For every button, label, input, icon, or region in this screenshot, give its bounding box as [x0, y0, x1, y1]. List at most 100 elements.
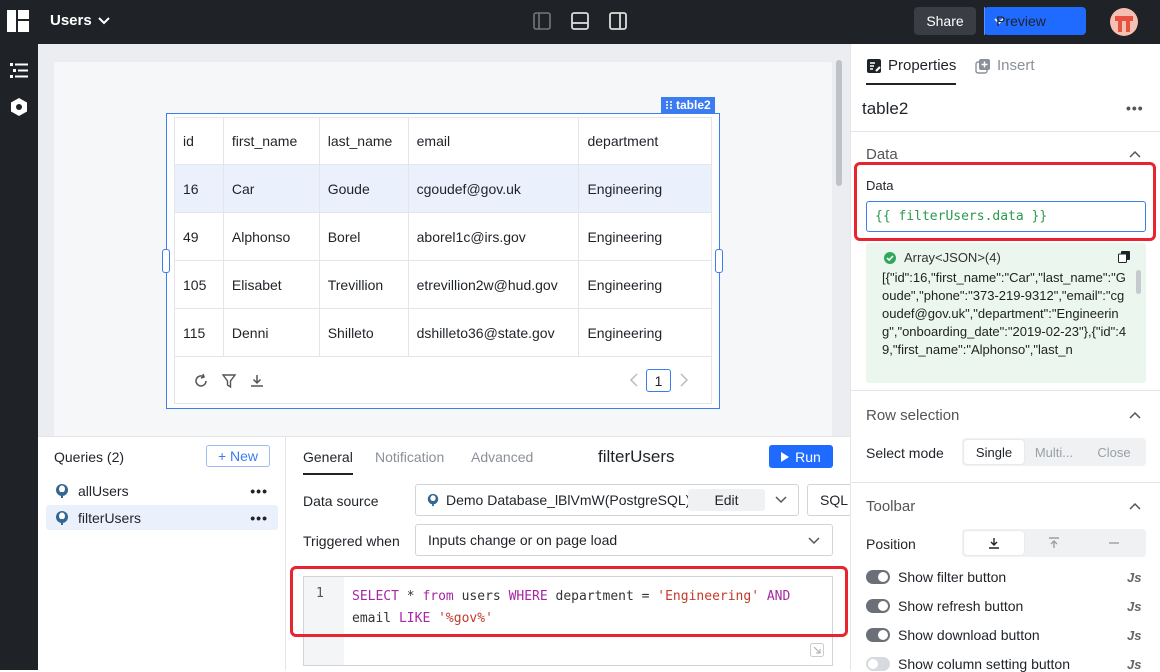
query-name[interactable]: filterUsers — [598, 447, 675, 467]
tab-general[interactable]: General — [303, 449, 353, 465]
tab-advanced[interactable]: Advanced — [471, 449, 533, 465]
table-cell: Engineering — [578, 260, 712, 309]
resize-handle-left[interactable] — [162, 249, 170, 273]
toolbar-section-title[interactable]: Toolbar — [866, 498, 915, 515]
toggle-label: Show filter button — [898, 569, 1007, 585]
table-row[interactable]: 105 Elisabet Trevillion etrevillion2w@hu… — [174, 260, 712, 309]
layout-bottom-panel-icon[interactable] — [569, 10, 591, 32]
select-mode-close[interactable]: Close — [1084, 440, 1144, 464]
resize-handle-right[interactable] — [715, 249, 723, 273]
edit-data-source-button[interactable]: Edit — [688, 489, 765, 511]
position-top-button[interactable] — [1024, 531, 1084, 555]
users-table[interactable]: id first_name last_name email department… — [174, 117, 712, 357]
app-title-dropdown[interactable]: Users — [50, 12, 110, 29]
drag-handle-icon — [666, 101, 672, 109]
table-cell: Engineering — [578, 212, 712, 261]
query-item-filterusers[interactable]: filterUsers ••• — [46, 505, 278, 530]
chevron-down-icon[interactable] — [775, 496, 787, 504]
canvas-scrollbar[interactable] — [836, 60, 842, 186]
preview-scrollbar[interactable] — [1136, 270, 1141, 294]
copy-icon[interactable] — [1118, 251, 1130, 263]
table-cell: Engineering — [578, 164, 712, 213]
component-name[interactable]: table2 — [862, 99, 908, 119]
show-refresh-toggle[interactable] — [866, 599, 890, 613]
more-options-icon[interactable]: ••• — [250, 483, 268, 499]
data-section-title[interactable]: Data — [866, 146, 898, 163]
postgresql-icon — [427, 493, 439, 507]
position-bottom-button[interactable] — [964, 531, 1024, 555]
next-page-icon[interactable] — [679, 373, 689, 387]
show-column-setting-toggle[interactable] — [866, 657, 890, 671]
page-number[interactable]: 1 — [646, 369, 671, 392]
tab-properties[interactable]: Properties — [866, 57, 956, 74]
js-mode-button[interactable]: Js — [1127, 628, 1141, 643]
plugin-hexagon-icon[interactable] — [8, 96, 30, 118]
preview-json: [{"id":16,"first_name":"Car","last_name"… — [882, 270, 1127, 357]
preview-type: Array<JSON>(4) — [904, 250, 1001, 265]
new-query-button[interactable]: + New — [206, 445, 270, 467]
position-label: Position — [866, 536, 916, 552]
triggered-when-select[interactable]: Inputs change or on page load — [415, 524, 833, 556]
postgresql-icon — [56, 510, 68, 525]
select-mode-single[interactable]: Single — [964, 440, 1024, 464]
column-header[interactable]: id — [174, 117, 224, 165]
column-header[interactable]: first_name — [222, 117, 320, 165]
top-bar: Users Share Preview — [0, 0, 1160, 44]
share-button[interactable]: Share — [914, 7, 976, 35]
tab-notification[interactable]: Notification — [375, 449, 444, 465]
position-hidden-button[interactable] — [1084, 531, 1144, 555]
table-row[interactable]: 49 Alphonso Borel aborel1c@irs.gov Engin… — [174, 212, 712, 261]
query-item-allusers[interactable]: allUsers ••• — [46, 478, 278, 503]
select-mode-multi[interactable]: Multi... — [1024, 440, 1084, 464]
table-widget-tag[interactable]: table2 — [661, 97, 715, 113]
data-source-label: Data source — [303, 493, 379, 509]
postgresql-icon — [56, 483, 68, 498]
table-cell: cgoudef@gov.uk — [407, 164, 580, 213]
run-button[interactable]: Run — [769, 445, 833, 468]
column-header[interactable]: last_name — [318, 117, 409, 165]
more-options-icon[interactable]: ••• — [1126, 100, 1144, 116]
table-row[interactable]: 16 Car Goude cgoudef@gov.uk Engineering — [174, 164, 712, 213]
show-filter-toggle[interactable] — [866, 570, 890, 584]
expand-editor-icon[interactable] — [810, 643, 824, 657]
avatar[interactable] — [1110, 8, 1138, 36]
chevron-up-icon[interactable] — [1129, 502, 1141, 510]
chevron-up-icon[interactable] — [1129, 150, 1141, 158]
table-cell: Trevillion — [318, 260, 409, 309]
preview-button[interactable]: Preview — [984, 13, 1058, 29]
app-logo-icon[interactable] — [6, 9, 30, 33]
app-title: Users — [50, 12, 92, 29]
chevron-down-icon — [97, 16, 110, 24]
js-mode-button[interactable]: Js — [1127, 599, 1141, 614]
table-cell: Engineering — [578, 308, 712, 357]
tab-insert-label: Insert — [997, 57, 1035, 74]
prev-page-icon[interactable] — [629, 373, 639, 387]
toggle-label: Show refresh button — [898, 598, 1024, 614]
js-mode-button[interactable]: Js — [1127, 570, 1141, 585]
highlight-data-input — [854, 162, 1156, 241]
divider — [850, 131, 1160, 132]
properties-icon — [867, 58, 881, 73]
table-cell: Shilleto — [318, 308, 409, 357]
column-header[interactable]: email — [407, 117, 580, 165]
table-cell: Elisabet — [222, 260, 320, 309]
component-tree-icon[interactable] — [8, 59, 30, 81]
highlight-sql — [290, 566, 848, 637]
show-download-toggle[interactable] — [866, 628, 890, 642]
left-rail — [0, 44, 38, 670]
data-source-value: Demo Database_lBlVmW(PostgreSQL) — [446, 492, 691, 508]
layout-left-panel-icon[interactable] — [531, 10, 553, 32]
tab-insert[interactable]: Insert — [975, 57, 1035, 74]
layout-right-panel-icon[interactable] — [607, 10, 629, 32]
column-header[interactable]: department — [578, 117, 712, 165]
table-row[interactable]: 115 Denni Shilleto dshilleto36@state.gov… — [174, 308, 712, 357]
table-header-row: id first_name last_name email department — [174, 117, 712, 165]
chevron-up-icon[interactable] — [1129, 411, 1141, 419]
filter-icon[interactable] — [221, 373, 237, 389]
download-icon[interactable] — [249, 373, 265, 389]
row-selection-section-title[interactable]: Row selection — [866, 407, 959, 424]
refresh-icon[interactable] — [193, 373, 209, 389]
queries-title: Queries (2) — [54, 449, 125, 465]
more-options-icon[interactable]: ••• — [250, 510, 268, 526]
table-cell: aborel1c@irs.gov — [407, 212, 580, 261]
